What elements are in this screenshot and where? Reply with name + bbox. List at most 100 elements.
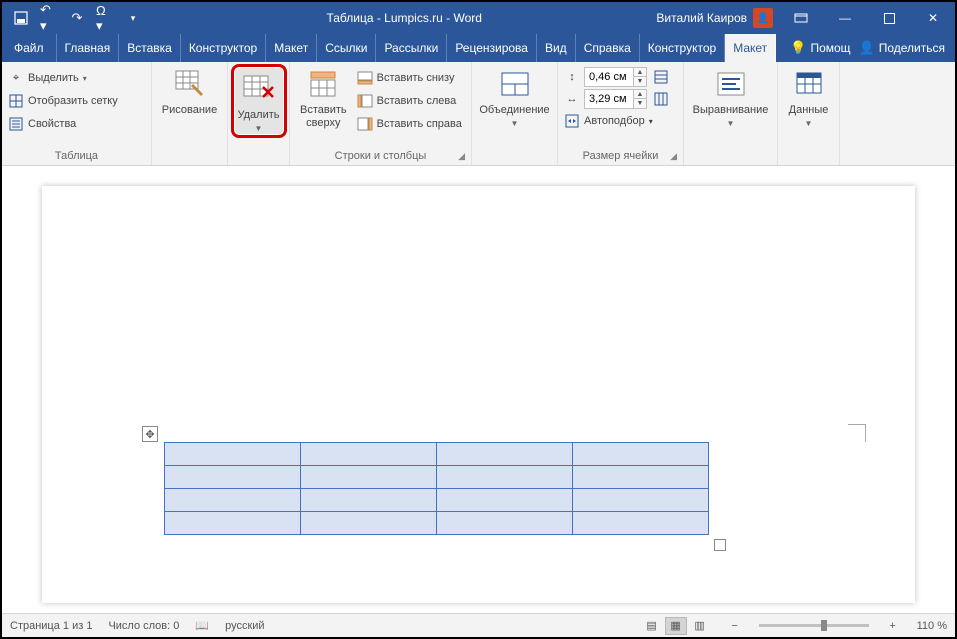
dialog-launcher-icon[interactable]: ◢ [670,151,677,162]
spin-up[interactable]: ▲ [634,68,646,77]
col-width-control[interactable]: ↔ ▲▼ [562,89,671,109]
maximize-button[interactable] [867,2,911,34]
view-gridlines-button[interactable]: Отобразить сетку [6,91,120,111]
tab-home[interactable]: Главная [57,34,120,62]
save-icon[interactable] [12,9,30,27]
tell-me-label: Помощ [810,41,850,55]
tab-design[interactable]: Конструктор [181,34,266,62]
tab-table-design[interactable]: Конструктор [640,34,725,62]
insert-right-button[interactable]: Вставить справа [355,114,464,134]
zoom-in-button[interactable]: + [885,620,901,632]
window-title: Таблица - Lumpics.ru - Word [152,11,656,25]
document-area[interactable]: ✥ [2,166,955,613]
alignment-icon [715,68,747,100]
status-words[interactable]: Число слов: 0 [108,620,179,632]
tab-file[interactable]: Файл [2,34,57,62]
share-button[interactable]: 👤Поделиться [859,40,945,56]
insert-right-label: Вставить справа [377,118,462,130]
row-height-control[interactable]: ↕ ▲▼ [562,67,671,87]
tab-review[interactable]: Рецензирова [447,34,537,62]
autofit-button[interactable]: Автоподбор ▾ [562,111,671,131]
table-row [165,443,709,466]
ribbon: ⌖Выделить ▾ Отобразить сетку Свойства Та… [2,62,955,166]
insert-below-label: Вставить снизу [377,72,455,84]
spin-down[interactable]: ▼ [634,99,646,108]
qat-customize-icon[interactable]: ▾ [124,9,142,27]
tab-references[interactable]: Ссылки [317,34,376,62]
insert-below-button[interactable]: Вставить снизу [355,68,464,88]
redo-icon[interactable]: ↷ [68,9,86,27]
status-page[interactable]: Страница 1 из 1 [10,620,92,632]
share-label: Поделиться [879,41,945,55]
autofit-icon [564,113,580,129]
chevron-down-icon: ▼ [805,119,813,128]
tab-layout[interactable]: Макет [266,34,317,62]
insert-below-icon [357,70,373,86]
status-bar: Страница 1 из 1 Число слов: 0 📖 русский … [2,613,955,637]
alignment-button[interactable]: Выравнивание ▼ [688,64,773,128]
insert-above-button[interactable]: Вставить сверху [294,64,353,129]
undo-icon[interactable]: ↶ ▾ [40,9,58,27]
table-row [165,466,709,489]
spin-up[interactable]: ▲ [634,90,646,99]
page [42,186,915,603]
user-avatar[interactable]: 👤 [753,8,773,28]
width-icon: ↔ [564,91,580,107]
insert-above-icon [307,68,339,100]
tab-insert[interactable]: Вставка [119,34,181,62]
zoom-thumb[interactable] [821,620,827,631]
document-table[interactable] [164,442,709,535]
properties-label: Свойства [28,118,76,130]
tab-table-layout[interactable]: Макет [725,34,776,62]
chevron-down-icon: ▼ [727,119,735,128]
margin-corner [848,424,866,442]
view-web-icon[interactable]: ▥ [689,617,711,635]
row-height-input[interactable] [585,71,633,83]
table-row [165,489,709,512]
dialog-launcher-icon[interactable]: ◢ [458,151,465,162]
chevron-down-icon: ▼ [511,119,519,128]
user-name[interactable]: Виталий Каиров [656,11,747,25]
status-language[interactable]: русский [225,620,264,632]
insert-left-icon [357,93,373,109]
gridlines-label: Отобразить сетку [28,95,118,107]
view-print-icon[interactable]: ▦ [665,617,687,635]
delete-button[interactable]: Удалить ▼ [231,64,287,138]
view-switcher: ▤ ▦ ▥ [641,617,711,635]
distribute-rows-icon[interactable] [653,69,669,85]
merge-icon [499,68,531,100]
group-label-table: Таблица [6,148,147,165]
table-resize-handle[interactable] [714,539,726,551]
draw-table-button[interactable]: Рисование [156,64,223,117]
insert-left-button[interactable]: Вставить слева [355,91,464,111]
data-icon [793,68,825,100]
tab-mailings[interactable]: Рассылки [376,34,447,62]
distribute-cols-icon[interactable] [653,91,669,107]
omega-icon[interactable]: Ω ▾ [96,9,114,27]
spin-down[interactable]: ▼ [634,77,646,86]
table-move-handle[interactable]: ✥ [142,426,158,442]
view-read-icon[interactable]: ▤ [641,617,663,635]
grid-icon [8,93,24,109]
tell-me[interactable]: 💡Помощ [790,40,850,56]
title-bar: ↶ ▾ ↷ Ω ▾ ▾ Таблица - Lumpics.ru - Word … [2,2,955,34]
zoom-slider[interactable] [759,624,869,627]
close-button[interactable]: ✕ [911,2,955,34]
ribbon-display-icon[interactable] [779,2,823,34]
merge-button[interactable]: Объединение ▼ [476,64,553,128]
group-label-rows-cols: Строки и столбцы◢ [294,148,467,165]
group-label-cell-size: Размер ячейки◢ [562,148,679,165]
select-label: Выделить [28,72,79,84]
select-button[interactable]: ⌖Выделить ▾ [6,68,120,88]
tab-view[interactable]: Вид [537,34,576,62]
status-proofing-icon[interactable]: 📖 [195,619,209,632]
cursor-icon: ⌖ [8,70,24,86]
tab-help[interactable]: Справка [576,34,640,62]
properties-button[interactable]: Свойства [6,114,120,134]
data-button[interactable]: Данные ▼ [783,64,835,128]
col-width-input[interactable] [585,93,633,105]
delete-label: Удалить [238,109,280,122]
zoom-level[interactable]: 110 % [917,620,947,632]
minimize-button[interactable]: — [823,2,867,34]
zoom-out-button[interactable]: − [727,620,743,632]
